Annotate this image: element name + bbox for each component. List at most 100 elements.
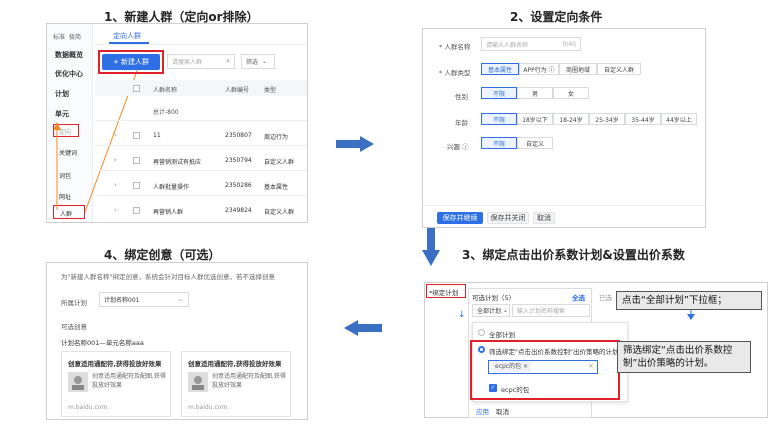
orange-arrow	[53, 122, 61, 210]
crowd-list-panel: 标准 极简 数据概览 优化中心 计划 单元 定向 关键词 词包 网址 人群 定向…	[46, 23, 308, 223]
gender-male[interactable]: 男	[517, 87, 553, 99]
nav-item-overview[interactable]: 数据概览	[55, 50, 83, 60]
gender-label: 性别	[455, 93, 468, 101]
optional-creatives-label: 可选创意	[61, 323, 87, 331]
age-label: 年龄	[455, 119, 468, 127]
row-total: 总计-800	[153, 109, 179, 116]
crowd-name-input[interactable]: 请输入人群名称 0/40	[481, 37, 581, 51]
search-icon[interactable]: ⌕	[226, 57, 230, 66]
unit-label: 计划名称001—单元名称aaa	[61, 339, 144, 347]
radio-filter-plans[interactable]	[478, 346, 485, 353]
cancel-link[interactable]: 取消	[496, 406, 509, 416]
row-checkbox[interactable]	[133, 132, 140, 139]
expand-icon[interactable]: ›	[114, 131, 117, 139]
chevron-down-icon: ⌄	[503, 307, 509, 314]
footer-divider	[423, 205, 705, 206]
select-all-checkbox[interactable]	[133, 85, 140, 92]
available-plans-label: 可选计划（5）	[472, 294, 516, 302]
row-divider	[95, 120, 307, 121]
type-basic[interactable]: 基本属性	[481, 63, 519, 75]
creative-url: m.baidu.com	[68, 404, 108, 411]
table-header	[95, 80, 307, 96]
row-checkbox[interactable]	[133, 182, 140, 189]
plan-scope-dropdown[interactable]: 全部计划 ⌄	[472, 304, 510, 317]
plan-search-placeholder: 输入计划名称搜索	[517, 308, 566, 315]
checkbox-checked-icon[interactable]: ✓	[489, 384, 497, 392]
step2-title: 2、设置定向条件	[510, 10, 603, 24]
filter-label: 筛选	[246, 59, 259, 66]
apply-button[interactable]: 应用	[476, 406, 489, 416]
filter-dropdown[interactable]: 筛选 ⌄	[241, 54, 275, 69]
plan-tag[interactable]: ecpc的包 ×	[492, 362, 532, 372]
new-crowd-button[interactable]: + 新建人群	[102, 54, 160, 70]
crowd-name-placeholder: 请输入人群名称	[486, 41, 529, 49]
age-18-24[interactable]: 18-24岁	[553, 113, 589, 125]
belong-plan-value: 计划名称001	[104, 297, 140, 304]
tab-crowd[interactable]: 定向人群	[113, 31, 141, 41]
creative-image	[68, 372, 88, 392]
creative-desc: 创意适用通配符及配图,获得投放好效果	[212, 373, 286, 389]
arrow-right-icon	[336, 136, 374, 152]
note-filter-plans: 筛选绑定“点击出价系数控制”出价策略的计划。	[617, 341, 751, 373]
chevron-down-icon: ⌄	[177, 296, 183, 303]
image-icon	[72, 376, 84, 390]
checked-plan-item[interactable]: ecpc的包	[501, 384, 529, 394]
col-id: 人群编号	[225, 87, 250, 94]
row-checkbox[interactable]	[133, 157, 140, 164]
radio-all-plans[interactable]	[478, 329, 485, 336]
nav-item-plan[interactable]: 计划	[55, 89, 69, 99]
nav-item-optimize[interactable]: 优化中心	[55, 69, 83, 79]
age-under-18[interactable]: 18岁以下	[517, 113, 553, 125]
option-filter-plans[interactable]: 筛选绑定"点击出价系数控制"出价策略的计划	[489, 346, 618, 356]
selected-label: 已选	[599, 294, 612, 302]
age-over-44[interactable]: 44岁以上	[661, 113, 697, 125]
type-app[interactable]: APP行为 ⓘ	[519, 63, 559, 75]
creative-card[interactable]: 创意适用通配符,获得投放好效果 创意适用通配符及配图,获得投放好效果 m.bai…	[61, 351, 171, 417]
crowd-type-label: * 人群类型	[439, 69, 471, 77]
gender-female[interactable]: 女	[553, 87, 589, 99]
row-checkbox[interactable]	[133, 207, 140, 214]
creative-card[interactable]: 创意适用通配符,获得投放好效果 创意适用通配符及配图,获得投放好效果 m.bai…	[181, 351, 291, 417]
expand-icon[interactable]: ›	[114, 206, 117, 214]
type-geo[interactable]: 商圈地域	[559, 63, 597, 75]
interest-custom[interactable]: 自定义	[517, 137, 553, 149]
belong-plan-select[interactable]: 计划名称001 ⌄	[99, 292, 189, 307]
gender-any[interactable]: 不限	[481, 87, 517, 99]
row-name[interactable]: 11	[153, 132, 161, 139]
row-name[interactable]: 再营销人群	[153, 207, 183, 216]
cancel-button[interactable]: 取消	[533, 212, 555, 224]
col-type: 类型	[264, 87, 277, 94]
save-continue-button[interactable]: 保存并继续	[437, 212, 483, 224]
select-all-link[interactable]: 全选	[572, 292, 585, 302]
type-custom[interactable]: 自定义人群	[597, 63, 641, 75]
step4-title: 4、绑定创意（可选）	[104, 248, 221, 262]
expand-icon[interactable]: ›	[114, 156, 117, 164]
age-any[interactable]: 不限	[481, 113, 517, 125]
creative-hint: 为"新建人群名称"绑定创意，系统会针对目标人群优选创意，若不选择创意	[61, 273, 275, 281]
col-name: 人群名称	[153, 87, 178, 94]
crowd-name-label: * 人群名称	[439, 43, 471, 51]
expand-icon[interactable]: ›	[114, 181, 117, 189]
nav-item-unit[interactable]: 单元	[55, 109, 69, 119]
crowd-search-input[interactable]: 请搜索人群 ⌕	[167, 54, 235, 69]
row-name[interactable]: 人群批量操作	[153, 182, 189, 191]
clear-icon[interactable]: ×	[588, 362, 594, 370]
row-id: 2350286	[225, 182, 252, 189]
mode-pro[interactable]: 极简	[69, 32, 81, 41]
option-all-plans[interactable]: 全部计划	[489, 329, 515, 339]
interest-any[interactable]: 不限	[481, 137, 517, 149]
row-name[interactable]: 再营销测试有抵应	[153, 157, 201, 166]
row-id: 2349824	[225, 207, 252, 214]
note-click-dropdown: 点击“全部计划”下拉框；	[616, 291, 762, 310]
targeting-panel: * 人群名称 请输入人群名称 0/40 * 人群类型 基本属性 APP行为 ⓘ …	[422, 28, 706, 228]
mode-standard[interactable]: 标准	[53, 32, 65, 41]
row-id: 2350794	[225, 157, 252, 164]
plan-search-input[interactable]: 输入计划名称搜索	[512, 304, 590, 317]
age-25-34[interactable]: 25-34岁	[589, 113, 625, 125]
creative-url: m.baidu.com	[188, 404, 228, 411]
age-35-44[interactable]: 35-44岁	[625, 113, 661, 125]
search-placeholder: 请搜索人群	[172, 59, 203, 66]
save-close-button[interactable]: 保存并关闭	[487, 212, 529, 224]
bind-plan-label: *绑定计划	[429, 289, 459, 297]
creative-desc: 创意适用通配符及配图,获得投放好效果	[92, 373, 166, 389]
